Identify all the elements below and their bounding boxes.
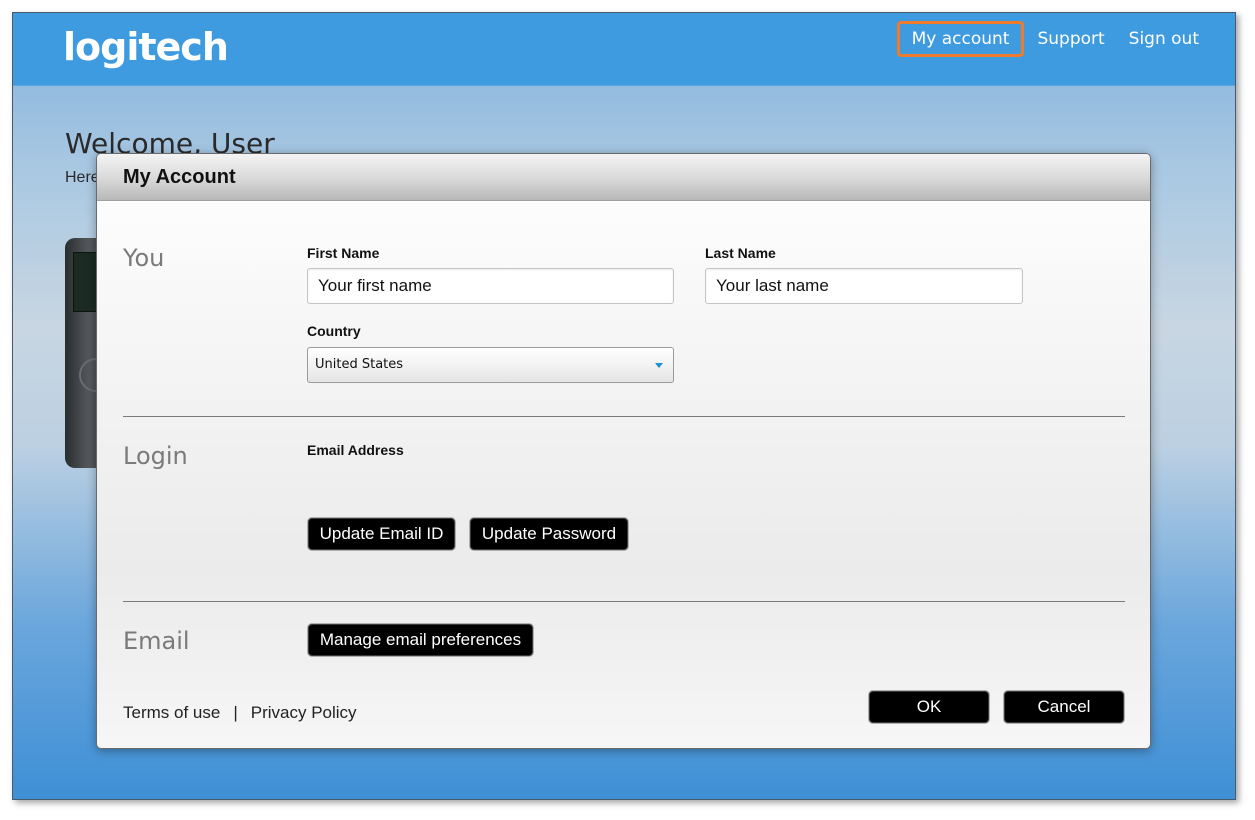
logitech-logo[interactable]: logitech <box>63 25 229 69</box>
browser-frame: logitech My account Support Sign out Wel… <box>12 12 1236 800</box>
email-address-label: Email Address <box>307 442 404 458</box>
country-select[interactable]: United States <box>307 347 674 383</box>
footer-separator: | <box>233 703 238 722</box>
update-password-button[interactable]: Update Password <box>470 518 628 550</box>
section-login-label: Login <box>123 442 188 470</box>
welcome-subtext: Here <box>65 169 100 186</box>
first-name-input[interactable] <box>307 268 674 304</box>
section-you-label: You <box>123 244 165 272</box>
divider-you-login <box>123 416 1125 417</box>
update-email-button[interactable]: Update Email ID <box>308 518 455 550</box>
country-label: Country <box>307 323 361 339</box>
last-name-label: Last Name <box>705 245 776 261</box>
my-account-dialog: My Account You First Name Last Name Coun… <box>96 153 1151 749</box>
last-name-input[interactable] <box>705 268 1023 304</box>
divider-login-email <box>123 601 1125 602</box>
section-email-label: Email <box>123 627 190 655</box>
cancel-button[interactable]: Cancel <box>1004 691 1124 723</box>
terms-of-use-link[interactable]: Terms of use <box>123 703 220 723</box>
footer-links: Terms of use | Privacy Policy <box>123 703 357 723</box>
country-select-value: United States <box>315 357 404 372</box>
dialog-title: My Account <box>97 154 1150 201</box>
chevron-down-icon <box>655 363 663 368</box>
nav-my-account[interactable]: My account <box>896 21 1025 57</box>
manage-email-preferences-button[interactable]: Manage email preferences <box>308 624 533 656</box>
privacy-policy-link[interactable]: Privacy Policy <box>251 703 357 723</box>
first-name-label: First Name <box>307 245 380 261</box>
top-nav: My account Support Sign out <box>896 21 1211 57</box>
nav-sign-out[interactable]: Sign out <box>1117 21 1211 57</box>
nav-support[interactable]: Support <box>1025 21 1116 57</box>
top-bar: logitech My account Support Sign out <box>13 13 1235 86</box>
ok-button[interactable]: OK <box>869 691 989 723</box>
